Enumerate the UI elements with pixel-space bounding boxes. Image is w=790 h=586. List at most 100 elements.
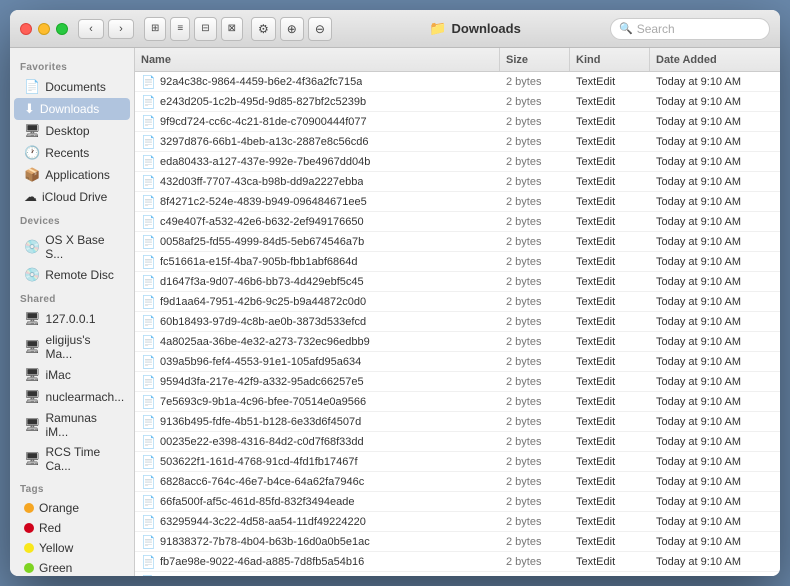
table-row[interactable]: 📄6828acc6-764c-46e7-b4ce-64a62fa7946c2 b… [135,472,780,492]
sidebar-item-icloud-drive[interactable]: ☁iCloud Drive [14,186,130,208]
file-list: 📄92a4c38c-9864-4459-b6e2-4f36a2fc715a2 b… [135,72,780,576]
maximize-button[interactable] [56,23,68,35]
sidebar-item-nuclearmach[interactable]: 🖥nuclearmach... [14,386,130,408]
table-row[interactable]: 📄503622f1-161d-4768-91cd-4fd1fb17467f2 b… [135,452,780,472]
file-size-cell: 2 bytes [500,476,570,488]
sidebar-item-applications[interactable]: 📦Applications [14,164,130,186]
sidebar-item-tag-green[interactable]: Green [14,558,130,576]
file-icon: 📄 [141,115,156,129]
forward-button[interactable]: › [108,19,134,39]
table-row[interactable]: 📄9136b495-fdfe-4b51-b128-6e33d6f4507d2 b… [135,412,780,432]
sidebar-item-desktop[interactable]: 🖥Desktop [14,120,130,142]
sidebar-item-tag-orange[interactable]: Orange [14,498,130,518]
sidebar-item-eligijus-ma[interactable]: 🖥eligijus's Ma... [14,330,130,364]
column-view-button[interactable]: ⊟ [194,17,216,41]
table-row[interactable]: 📄3297d876-66b1-4beb-a13c-2887e8c56cd62 b… [135,132,780,152]
sidebar-label-desktop: Desktop [46,124,90,138]
file-name: 63295944-3c22-4d58-aa54-11df49224220 [160,516,366,528]
table-row[interactable]: 📄92a4c38c-9864-4459-b6e2-4f36a2fc715a2 b… [135,72,780,92]
table-row[interactable]: 📄66fa500f-af5c-461d-85fd-832f3494eade2 b… [135,492,780,512]
sidebar-item-documents[interactable]: 📄Documents [14,76,130,98]
file-kind-cell: TextEdit [570,436,650,448]
table-row[interactable]: 📄00235e22-e398-4316-84d2-c0d7f68f33dd2 b… [135,432,780,452]
search-bar[interactable]: 🔍 Search [610,18,770,40]
file-kind-cell: TextEdit [570,356,650,368]
list-view-button[interactable]: ≡ [170,17,190,41]
cover-flow-button[interactable]: ⊠ [221,17,243,41]
file-name-cell: 📄6828acc6-764c-46e7-b4ce-64a62fa7946c [135,475,500,489]
sidebar-label-tag-red: Red [39,521,61,535]
file-size-cell: 2 bytes [500,536,570,548]
sidebar-item-rcs-time-ca[interactable]: 🖥RCS Time Ca... [14,442,130,476]
kind-column-header[interactable]: Kind [570,48,650,71]
file-name-cell: 📄fc51661a-e15f-4ba7-905b-fbb1abf6864d [135,255,500,269]
table-row[interactable]: 📄9f9cd724-cc6c-4c21-81de-c70900444f0772 … [135,112,780,132]
file-name: 7e5693c9-9b1a-4c96-bfee-70514e0a9566 [160,396,366,408]
table-row[interactable]: 📄039a5b96-fef4-4553-91e1-105afd95a6342 b… [135,352,780,372]
table-row[interactable]: 📄63295944-3c22-4d58-aa54-11df492242202 b… [135,512,780,532]
file-size-cell: 2 bytes [500,316,570,328]
table-row[interactable]: 📄0058af25-fd55-4999-84d5-5eb674546a7b2 b… [135,232,780,252]
date-column-header[interactable]: Date Added [650,48,780,71]
sidebar-item-tag-red[interactable]: Red [14,518,130,538]
icon-view-button[interactable]: ⊞ [144,17,166,41]
table-row[interactable]: 📄432d03ff-7707-43ca-b98b-dd9a2227ebba2 b… [135,172,780,192]
close-button[interactable] [20,23,32,35]
window-title: 📁 Downloads [340,20,610,37]
file-size-cell: 2 bytes [500,496,570,508]
file-size-cell: 2 bytes [500,516,570,528]
file-date-cell: Today at 9:10 AM [650,516,780,528]
minimize-button[interactable] [38,23,50,35]
file-date-cell: Today at 9:10 AM [650,296,780,308]
table-row[interactable]: 📄c49e407f-a532-42e6-b632-2ef9491766502 b… [135,212,780,232]
table-row[interactable]: 📄8f4271c2-524e-4839-b949-096484671ee52 b… [135,192,780,212]
sidebar-item-downloads[interactable]: ⬇Downloads [14,98,130,120]
table-row[interactable]: 📄fb7ae98e-9022-46ad-a885-7d8fb5a54b162 b… [135,552,780,572]
table-row[interactable]: 📄4a8025aa-36be-4e32-a273-732ec96edbb92 b… [135,332,780,352]
file-name: fc51661a-e15f-4ba7-905b-fbb1abf6864d [160,256,358,268]
file-date-cell: Today at 9:10 AM [650,116,780,128]
arrange-button[interactable]: ⚙ [251,17,276,41]
table-row[interactable]: 📄f9d1aa64-7951-42b6-9c25-b9a44872c0d02 b… [135,292,780,312]
sidebar-item-remote-disc[interactable]: 💿Remote Disc [14,264,130,286]
edit-tags-button[interactable]: ⊖ [308,17,332,41]
table-row[interactable]: 📄fc51661a-e15f-4ba7-905b-fbb1abf6864d2 b… [135,252,780,272]
sidebar-item-recents[interactable]: 🕐Recents [14,142,130,164]
sidebar-item-tag-yellow[interactable]: Yellow [14,538,130,558]
table-row[interactable]: 📄9594d3fa-217e-42f9-a332-95adc66257e52 b… [135,372,780,392]
back-button[interactable]: ‹ [78,19,104,39]
section-label-tags: Tags [10,476,134,498]
sidebar-item-imac[interactable]: 🖥iMac [14,364,130,386]
action-buttons: ⚙ ⊕ ⊖ [251,17,332,41]
size-column-header[interactable]: Size [500,48,570,71]
search-placeholder: Search [637,22,675,36]
sidebar-item-ramunas-im[interactable]: 🖥Ramunas iM... [14,408,130,442]
file-name: d1647f3a-9d07-46b6-bb73-4d429ebf5c45 [160,276,364,288]
table-row[interactable]: 📄91838372-7b78-4b04-b63b-16d0a0b5e1ac2 b… [135,532,780,552]
file-size-cell: 2 bytes [500,556,570,568]
sidebar-label-downloads: Downloads [40,102,99,116]
sidebar-label-rcs-time-ca: RCS Time Ca... [46,445,120,473]
file-icon: 📄 [141,295,156,309]
section-label-favorites: Favorites [10,54,134,76]
file-name-cell: 📄7e5693c9-9b1a-4c96-bfee-70514e0a9566 [135,395,500,409]
share-button[interactable]: ⊕ [280,17,304,41]
file-icon: 📄 [141,475,156,489]
table-row[interactable]: 📄60b18493-97d9-4c8b-ae0b-3873d533efcd2 b… [135,312,780,332]
file-icon: 📄 [141,155,156,169]
sidebar-item-127001[interactable]: 🖥127.0.0.1 [14,308,130,330]
tag-dot-tag-red [24,523,34,533]
remote-disc-icon: 💿 [24,267,40,283]
table-row[interactable]: 📄7e5693c9-9b1a-4c96-bfee-70514e0a95662 b… [135,392,780,412]
file-area[interactable]: Name Size Kind Date Added 📄92a4c38c-9864… [135,48,780,576]
name-column-header[interactable]: Name [135,48,500,71]
sidebar-item-osx-base[interactable]: 💿OS X Base S... [14,230,130,264]
table-row[interactable]: 📄17f95b3f-e02d-4ffb-b5bc-9ac3135016842 b… [135,572,780,576]
file-date-cell: Today at 9:10 AM [650,76,780,88]
file-icon: 📄 [141,275,156,289]
table-row[interactable]: 📄eda80433-a127-437e-992e-7be4967dd04b2 b… [135,152,780,172]
table-row[interactable]: 📄d1647f3a-9d07-46b6-bb73-4d429ebf5c452 b… [135,272,780,292]
nuclearmach-icon: 🖥 [24,389,41,405]
table-row[interactable]: 📄e243d205-1c2b-495d-9d85-827bf2c5239b2 b… [135,92,780,112]
file-name: 91838372-7b78-4b04-b63b-16d0a0b5e1ac [160,536,370,548]
